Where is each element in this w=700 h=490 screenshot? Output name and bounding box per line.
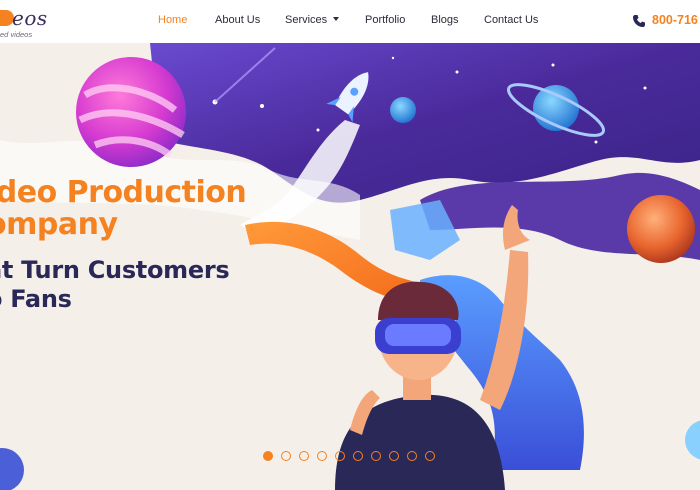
carousel-dot[interactable]	[389, 451, 399, 461]
carousel-dot[interactable]	[281, 451, 291, 461]
carousel-dot[interactable]	[353, 451, 363, 461]
carousel-dot[interactable]	[299, 451, 309, 461]
nav-item-services[interactable]: Services	[285, 14, 340, 26]
logo-tagline: ed videos	[0, 30, 33, 39]
carousel-dot[interactable]	[407, 451, 417, 461]
phone-number-link[interactable]: 800-716	[652, 13, 698, 27]
hero-banner	[0, 0, 700, 490]
nav-item-blogs[interactable]: Blogs	[431, 14, 459, 26]
logo-wordmark: eos	[12, 6, 48, 30]
nav-item-services-label: Services	[285, 14, 328, 26]
carousel-dot[interactable]	[335, 451, 345, 461]
chevron-down-icon	[333, 17, 340, 21]
hero-subline-line1: at Turn Customers	[0, 256, 230, 284]
carousel-dot[interactable]	[263, 451, 273, 461]
hero-headline-line2: ompany	[0, 207, 118, 242]
hero-headline-line1: ideo Production	[0, 175, 247, 210]
nav-item-home[interactable]: Home	[158, 14, 187, 26]
carousel-dot[interactable]	[371, 451, 381, 461]
nav-item-contact-us[interactable]: Contact Us	[484, 14, 538, 26]
nav-item-portfolio[interactable]: Portfolio	[365, 14, 405, 26]
phone-icon	[633, 15, 645, 27]
site-logo[interactable]: eos ed videos	[0, 4, 70, 40]
orange-planet	[627, 195, 695, 263]
carousel-dot[interactable]	[425, 451, 435, 461]
hero-illustration	[0, 0, 700, 490]
hero-subline-line2: o Fans	[0, 285, 72, 313]
site-header: eos ed videos Home About Us Services Por…	[0, 0, 700, 43]
nav-item-about-us[interactable]: About Us	[215, 14, 260, 26]
small-blue-planet	[390, 97, 416, 123]
carousel-dot[interactable]	[317, 451, 327, 461]
